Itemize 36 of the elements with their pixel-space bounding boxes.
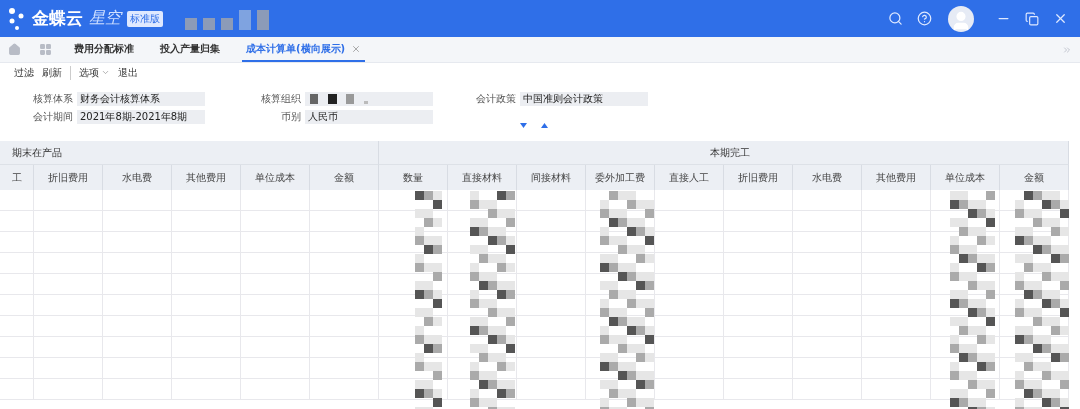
column-header[interactable]: 其他费用 [862,165,931,190]
product-name: 星空 [89,8,121,29]
column-header[interactable]: 委外加工费 [586,165,655,190]
brand-name: 金蝶云 [32,7,83,30]
edition-badge: 标准版 [127,10,163,27]
column-header[interactable]: 单位成本 [241,165,310,190]
column-header[interactable]: 间接材料 [517,165,586,190]
field-label: 核算体系 [33,91,73,106]
column-header[interactable]: 折旧费用 [34,165,103,190]
tab[interactable]: 费用分配标准 [70,37,138,62]
field-value[interactable]: 2021年8期-2021年8期 [77,109,205,124]
field-label: 币别 [281,109,301,124]
column-header[interactable]: 水电费 [793,165,862,190]
toolbar-button[interactable]: 选项 [79,65,110,80]
tab[interactable]: 投入产量归集 [156,37,224,62]
group-header: 期末在产品 [0,141,379,165]
field-value[interactable]: 中国准则会计政策 [520,91,648,106]
field-value[interactable]: 人民币 [305,109,433,124]
field-label: 会计期间 [33,109,73,124]
column-header[interactable]: 工 [0,165,34,190]
column-header[interactable]: 直接人工 [655,165,724,190]
toolbar-button[interactable]: 过滤 [14,65,34,80]
column-header[interactable]: 直接材料 [448,165,517,190]
group-header: 本期完工 [379,141,1069,165]
field-value[interactable]: 财务会计核算体系 [77,91,205,106]
column-header[interactable]: 数量 [379,165,448,190]
toolbar-button[interactable]: 刷新 [42,65,71,80]
toolbar-button[interactable]: 退出 [118,65,138,80]
field-label: 会计政策 [476,91,516,106]
column-header[interactable]: 折旧费用 [724,165,793,190]
column-header[interactable]: 金额 [310,165,379,190]
column-header[interactable]: 水电费 [103,165,172,190]
column-header[interactable]: 其他费用 [172,165,241,190]
column-header[interactable]: 金额 [1000,165,1069,190]
column-header[interactable]: 单位成本 [931,165,1000,190]
field-label: 核算组织 [261,91,301,106]
